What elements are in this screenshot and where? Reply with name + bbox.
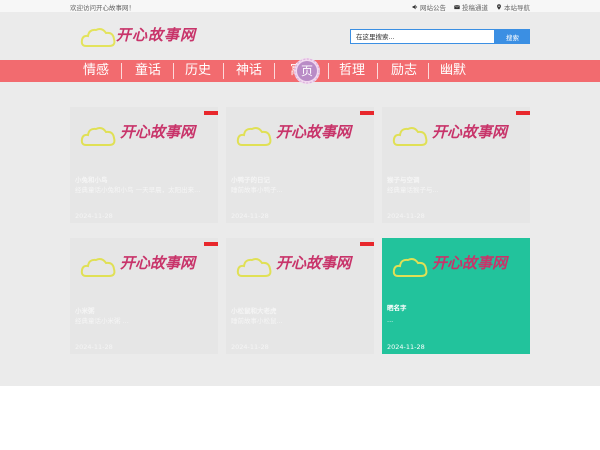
site-nav-label: 本站导航 [504, 4, 530, 12]
announcement-label: 网站公告 [420, 4, 446, 12]
nav-item-fairy-tale[interactable]: 童话 [124, 60, 172, 82]
card-logo-text: 开心故事网 [120, 254, 196, 272]
top-bar: 欢迎访问开心故事网！ 网站公告 投稿通道 本站导航 [0, 0, 600, 12]
hot-flag [516, 111, 530, 115]
submission-link[interactable]: 投稿通道 [454, 2, 488, 12]
top-links: 网站公告 投稿通道 本站导航 [412, 2, 530, 12]
card-summary: 睡前故事小鸭子... [231, 186, 283, 194]
nav-item-history[interactable]: 历史 [174, 60, 222, 82]
card-date: 2024-11-28 [231, 343, 269, 351]
card-logo-text: 开心故事网 [432, 123, 508, 141]
nav-item-philosophy[interactable]: 哲理 [328, 60, 376, 82]
story-card[interactable]: 开心故事网 小兔和小鸟 经典童话小兔和小鸟 一天早晨，太阳出来... 2024-… [70, 107, 218, 223]
card-summary: ... [387, 316, 394, 324]
hot-flag [204, 242, 218, 246]
hot-flag [204, 111, 218, 115]
nav-divider [274, 63, 275, 79]
speaker-icon [412, 4, 418, 10]
card-title: 小兔和小鸟 [75, 176, 108, 184]
card-summary: 经典童话小米粥 ... [75, 317, 129, 325]
hot-flag [360, 111, 374, 115]
card-title: 晒名字 [387, 304, 407, 312]
card-date: 2024-11-28 [387, 343, 425, 351]
search-button[interactable]: 搜索 [495, 29, 530, 44]
card-title: 小米粥 [75, 307, 95, 315]
story-card[interactable]: 开心故事网 猴子与空调 经典童话猴子与... 2024-11-28 [382, 107, 530, 223]
welcome-text: 欢迎访问开心故事网！ [70, 4, 135, 12]
site-nav-link[interactable]: 本站导航 [496, 2, 530, 12]
announcement-link[interactable]: 网站公告 [412, 2, 446, 12]
card-logo-text: 开心故事网 [276, 254, 352, 272]
card-date: 2024-11-28 [75, 212, 113, 220]
nav-divider [223, 63, 224, 79]
search-input[interactable] [350, 29, 495, 44]
nav-divider [377, 63, 378, 79]
page-badge[interactable]: 页 [292, 57, 322, 85]
card-date: 2024-11-28 [231, 212, 269, 220]
nav-item-inspiration[interactable]: 励志 [380, 60, 428, 82]
story-card[interactable]: 开心故事网 小米粥 经典童话小米粥 ... 2024-11-28 [70, 238, 218, 354]
search-box: 搜索 [350, 29, 530, 44]
card-date: 2024-11-28 [75, 343, 113, 351]
card-logo-text: 开心故事网 [276, 123, 352, 141]
story-card[interactable]: 开心故事网 小鸭子的日记 睡前故事小鸭子... 2024-11-28 [226, 107, 374, 223]
nav-item-emotion[interactable]: 情感 [72, 60, 120, 82]
card-summary: 经典童话小兔和小鸟 一天早晨，太阳出来... [75, 186, 201, 194]
story-card-active[interactable]: 开心故事网 晒名字 ... 2024-11-28 [382, 238, 530, 354]
logo-text: 开心故事网 [116, 26, 197, 44]
card-summary: 睡前故事小松鼠... [231, 317, 283, 325]
card-logo-text: 开心故事网 [120, 123, 196, 141]
card-summary: 经典童话猴子与... [387, 186, 439, 194]
submission-label: 投稿通道 [462, 4, 488, 12]
card-date: 2024-11-28 [387, 212, 425, 220]
nav-divider [121, 63, 122, 79]
badge-label: 页 [300, 64, 313, 78]
card-logo-text: 开心故事网 [432, 254, 508, 272]
card-title: 小松鼠和大老虎 [231, 307, 277, 315]
hot-flag [360, 242, 374, 246]
nav-item-myth[interactable]: 神话 [225, 60, 273, 82]
story-card[interactable]: 开心故事网 小松鼠和大老虎 睡前故事小松鼠... 2024-11-28 [226, 238, 374, 354]
mail-icon [454, 5, 460, 10]
site-logo[interactable]: 开心故事网 [80, 22, 210, 52]
nav-item-humor[interactable]: 幽默 [429, 60, 477, 82]
location-pin-icon [497, 4, 501, 10]
card-title: 猴子与空调 [387, 176, 420, 184]
card-title: 小鸭子的日记 [231, 176, 270, 184]
